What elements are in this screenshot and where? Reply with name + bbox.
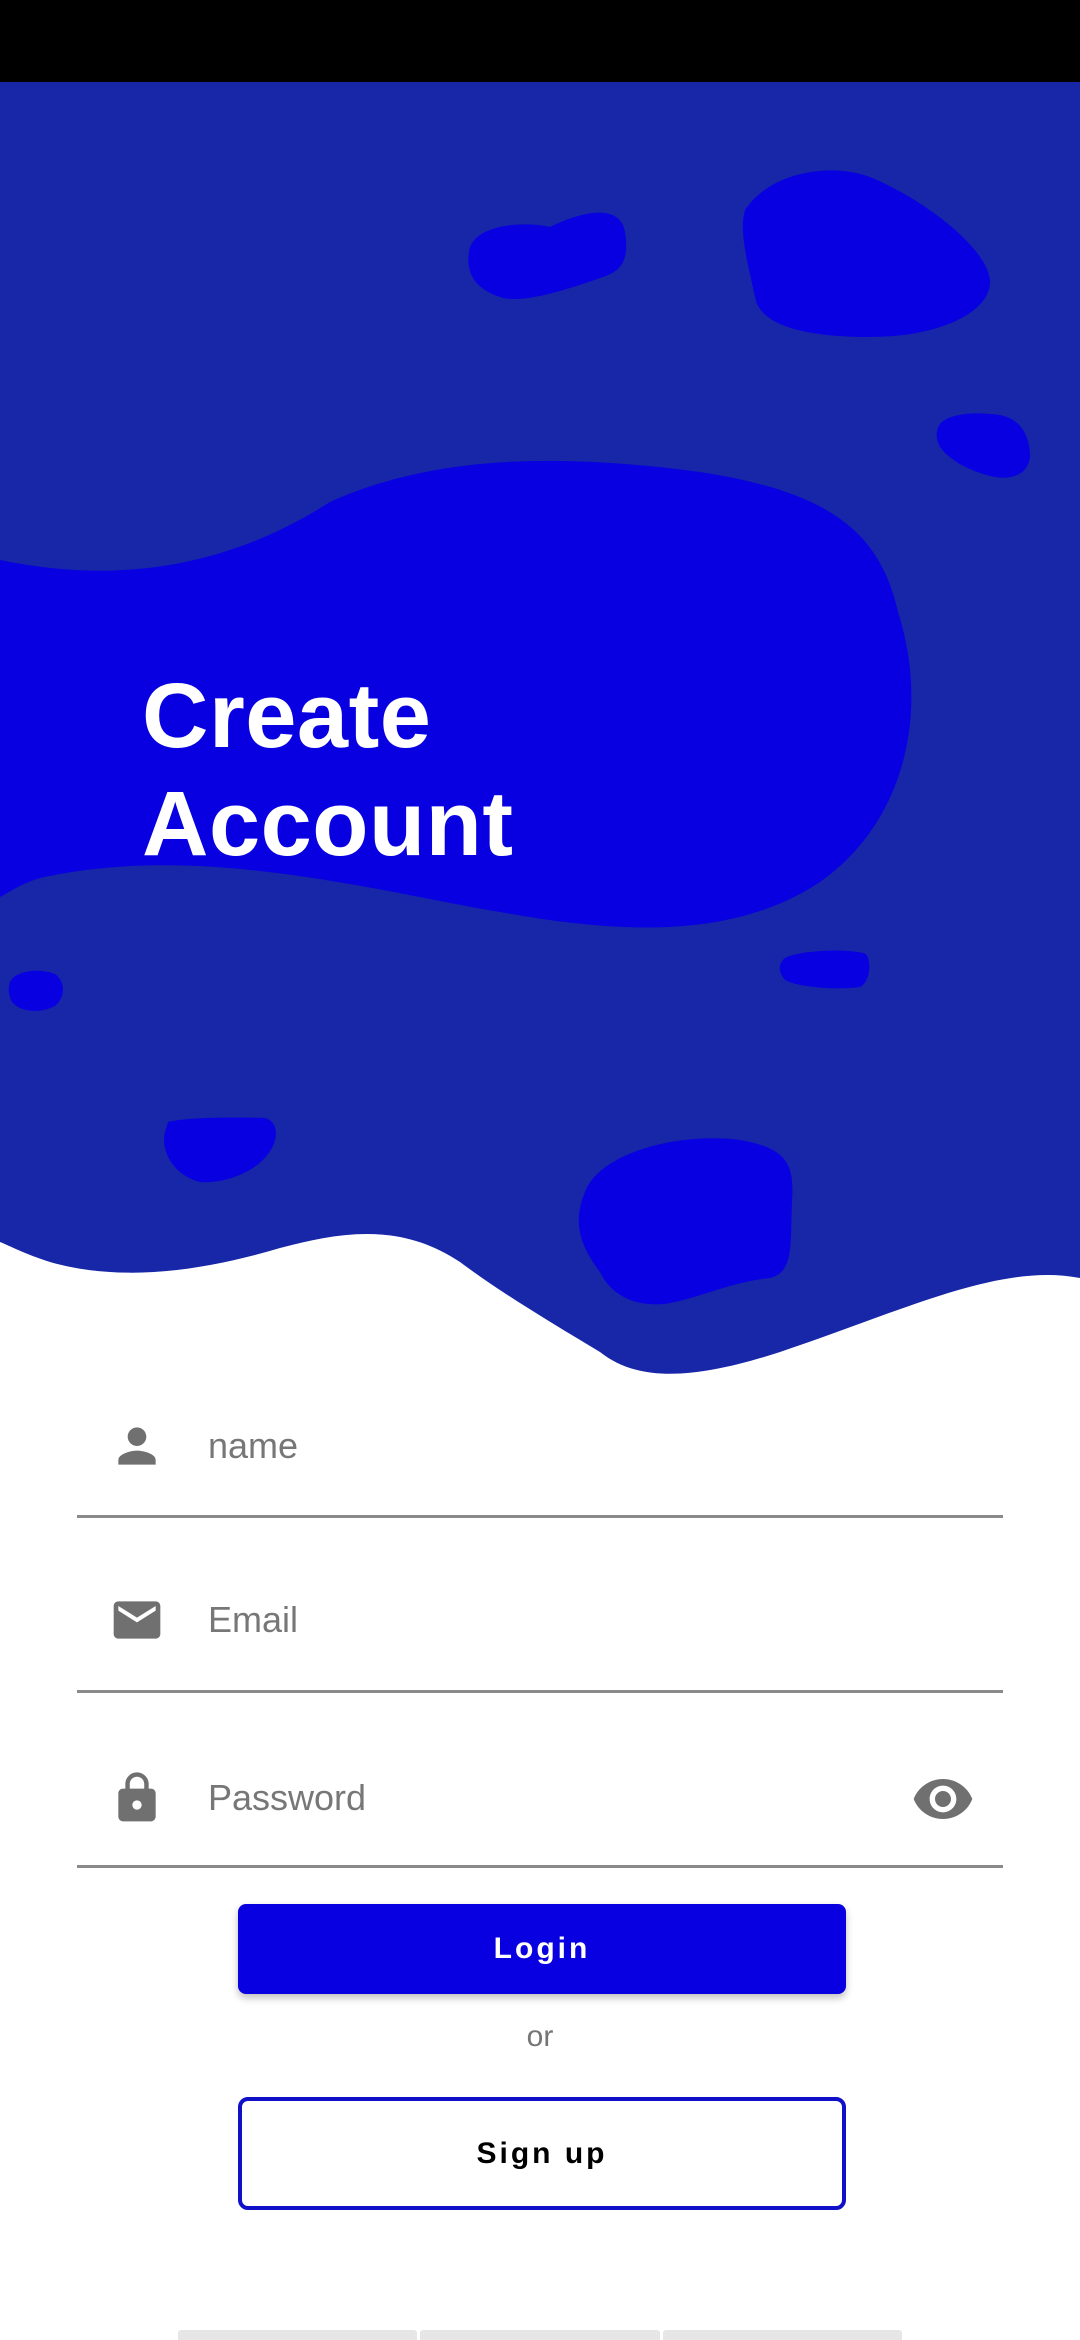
email-input[interactable] — [208, 1580, 908, 1660]
name-field — [77, 1348, 1003, 1518]
sign-up-button[interactable]: Sign up — [238, 2097, 846, 2210]
name-input[interactable] — [208, 1406, 908, 1486]
eye-icon[interactable] — [911, 1767, 975, 1831]
bottom-strip-segment — [178, 2330, 418, 2340]
create-account-screen: Create Account Login or Sign up — [0, 0, 1080, 2340]
password-field — [77, 1693, 1003, 1868]
person-icon — [118, 1427, 156, 1465]
login-button[interactable]: Login — [238, 1904, 846, 1994]
header-wave-background: Create Account — [0, 82, 1080, 1382]
title-line-create: Create — [142, 665, 432, 767]
email-field — [77, 1518, 1003, 1693]
or-divider-text: or — [526, 2020, 554, 2053]
page-title: Create Account — [142, 662, 514, 878]
bottom-edge-strip — [178, 2330, 902, 2340]
bottom-strip-segment — [420, 2330, 660, 2340]
bottom-strip-segment — [662, 2330, 902, 2340]
title-line-account: Account — [142, 773, 514, 875]
lock-icon — [118, 1772, 156, 1822]
password-input[interactable] — [208, 1758, 908, 1838]
mail-icon — [113, 1601, 161, 1639]
status-bar — [0, 0, 1080, 82]
